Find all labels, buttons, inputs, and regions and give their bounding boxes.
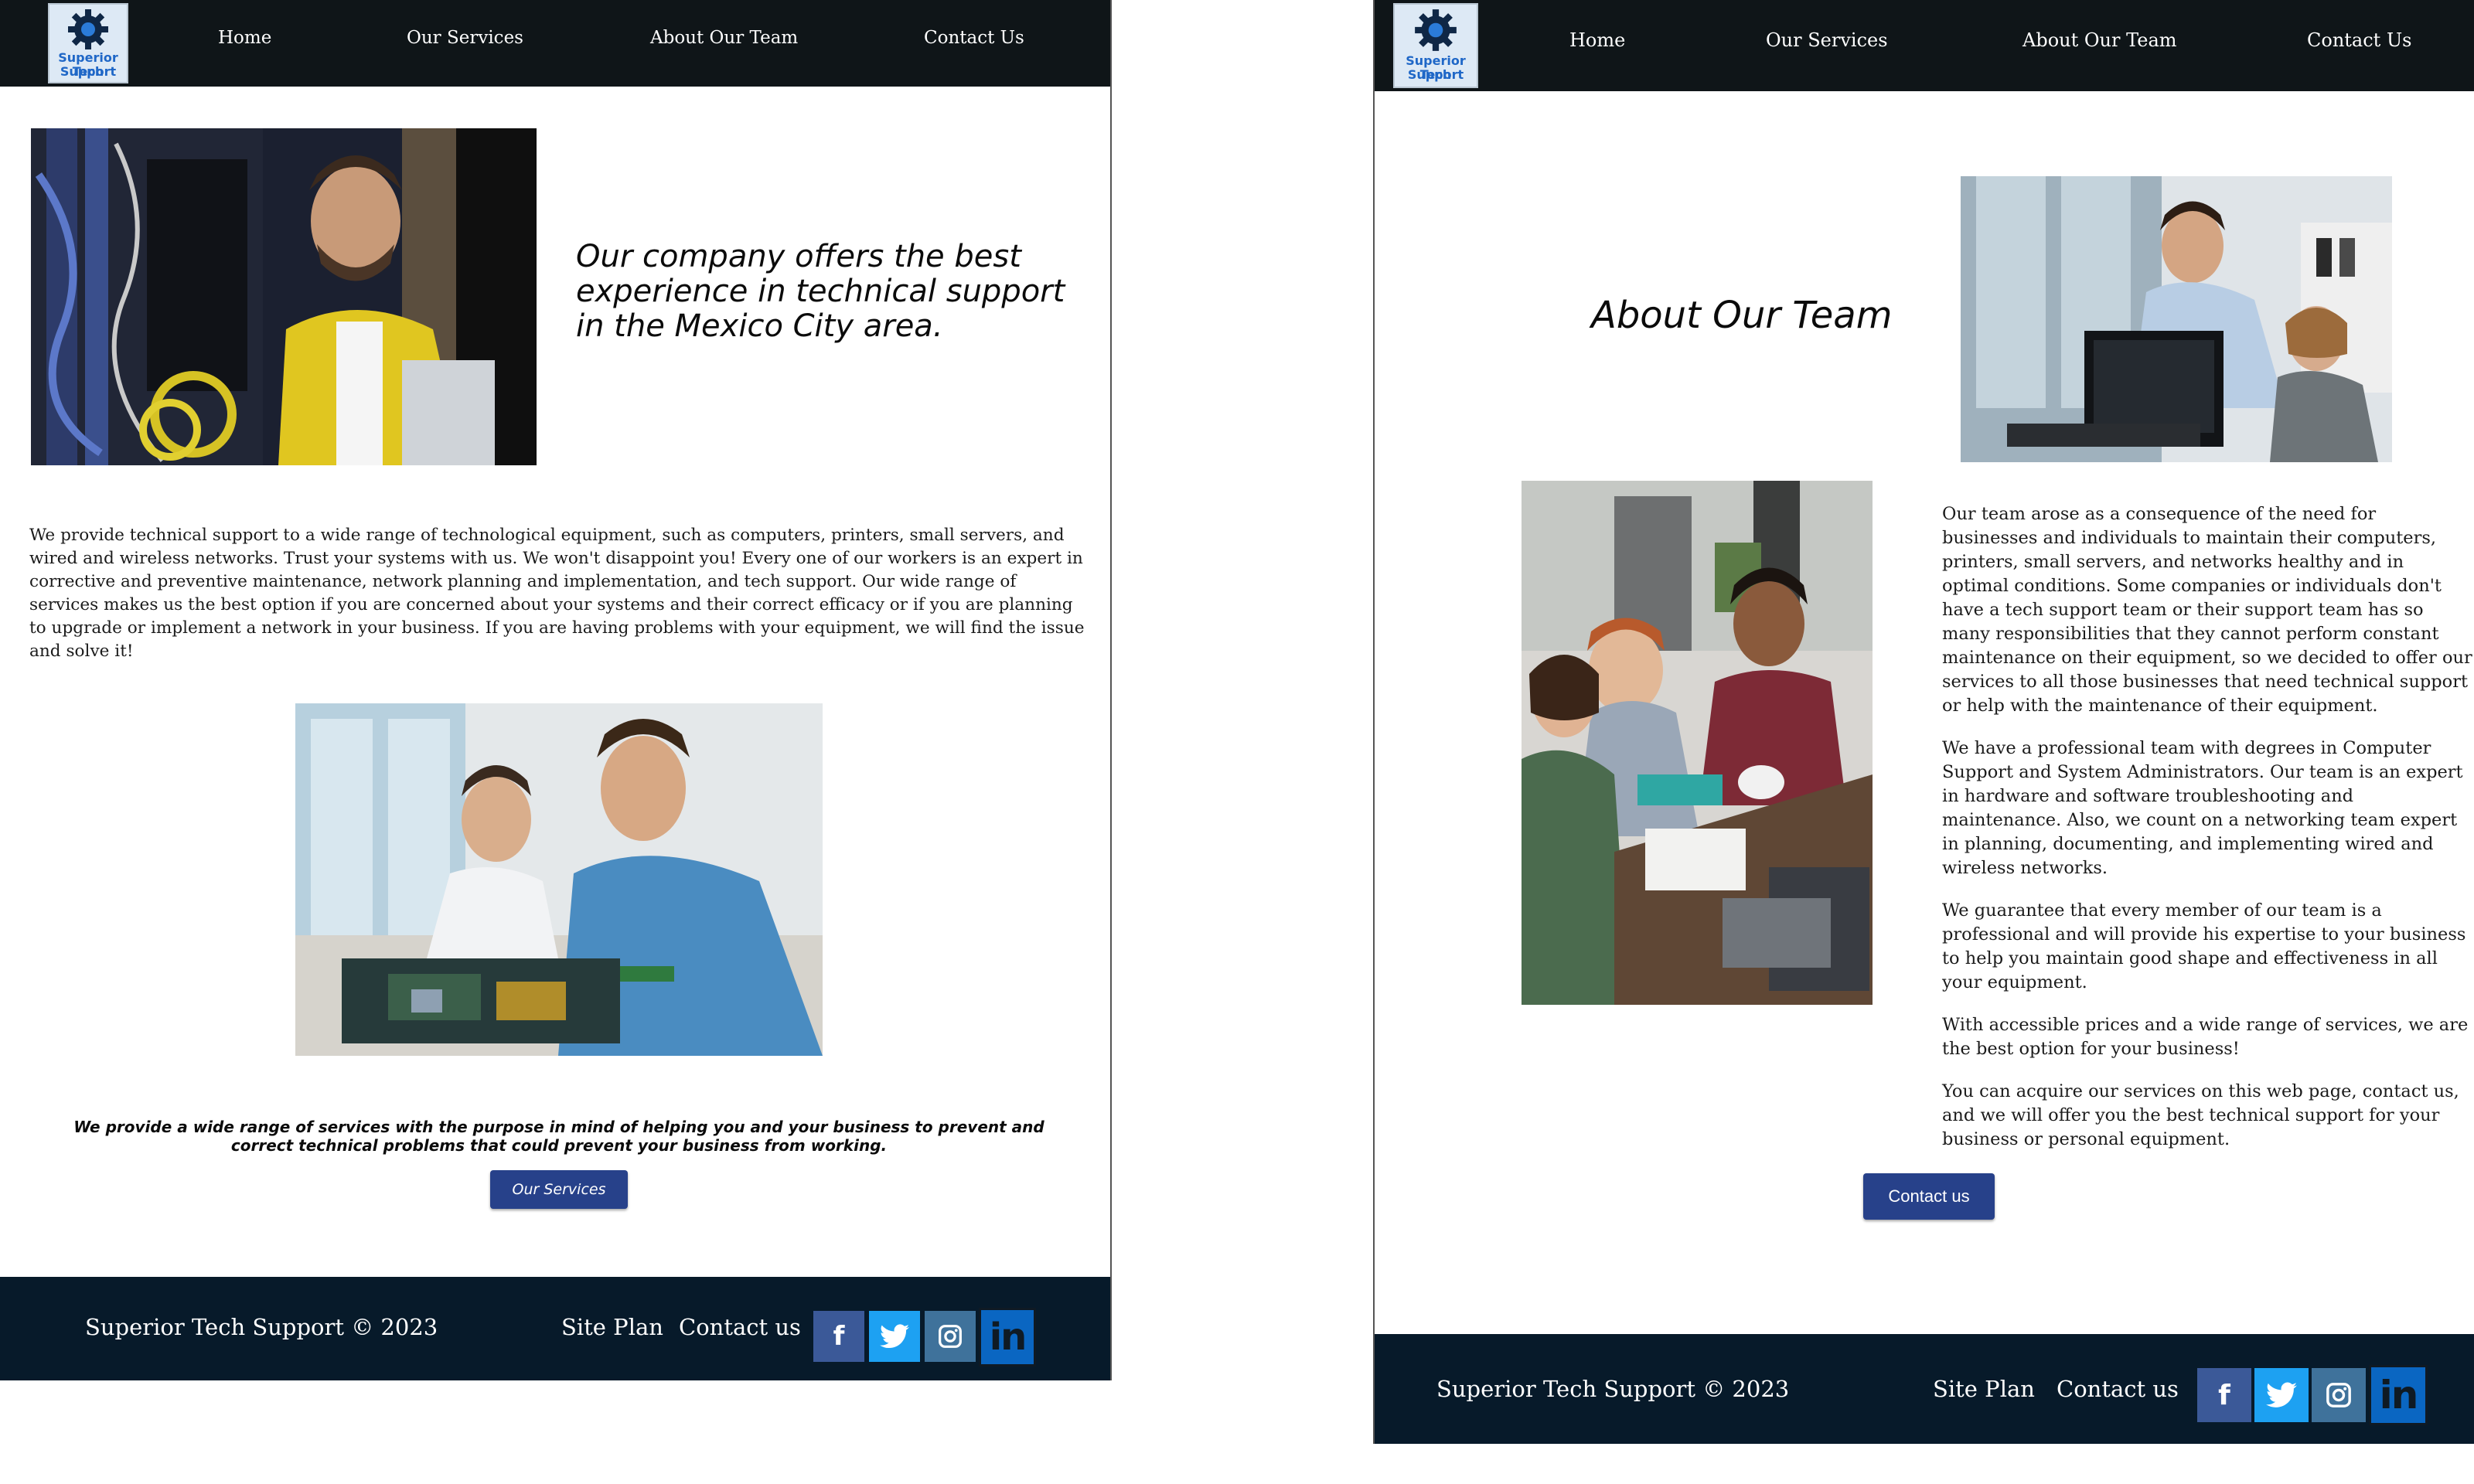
logo-text-line2: Support	[60, 64, 117, 79]
footer-copyright: Superior Tech Support © 2023	[85, 1314, 438, 1340]
site-footer: Superior Tech Support © 2023 Site Plan C…	[0, 1277, 1110, 1380]
nav-contact-us[interactable]: Contact Us	[924, 28, 1024, 48]
hero-heading: Our company offers the best experience i…	[576, 239, 1065, 344]
nav-our-services[interactable]: Our Services	[1766, 29, 1888, 51]
instagram-icon[interactable]	[2312, 1368, 2366, 1422]
our-services-button[interactable]: Our Services	[490, 1170, 628, 1209]
about-page-screenshot: Superior Tech Support Home Our Services …	[1373, 0, 2474, 1444]
contact-us-button[interactable]: Contact us	[1863, 1173, 1995, 1220]
nav-contact-us[interactable]: Contact Us	[2307, 29, 2411, 51]
footer-copyright: Superior Tech Support © 2023	[1436, 1376, 1790, 1402]
team-working-photo	[295, 703, 823, 1056]
nav-about-our-team[interactable]: About Our Team	[2022, 29, 2177, 51]
logo-text-line2: Support	[1407, 67, 1464, 82]
linkedin-icon[interactable]: in	[2369, 1365, 2428, 1425]
gear-logo-icon	[68, 9, 108, 49]
services-caption: We provide a wide range of services with…	[73, 1118, 1044, 1155]
nav-about-our-team[interactable]: About Our Team	[650, 28, 798, 48]
about-paragraph-2: We have a professional team with degrees…	[1942, 738, 2463, 878]
site-footer: Superior Tech Support © 2023 Site Plan C…	[1375, 1334, 2474, 1444]
about-paragraph-1: Our team arose as a consequence of the n…	[1942, 504, 2472, 716]
twitter-icon[interactable]	[2254, 1368, 2309, 1422]
nav-home[interactable]: Home	[1569, 29, 1625, 51]
intro-paragraph: We provide technical support to a wide r…	[29, 526, 1085, 661]
home-page-screenshot: Superior Tech Support Home Our Services …	[0, 0, 1112, 1380]
about-paragraph-4: With accessible prices and a wide range …	[1942, 1015, 2469, 1059]
hero-photo-technician	[31, 128, 537, 465]
top-navbar: Superior Tech Support Home Our Services …	[1375, 0, 2474, 91]
nav-our-services[interactable]: Our Services	[407, 28, 523, 48]
instagram-icon[interactable]	[925, 1311, 976, 1362]
twitter-icon[interactable]	[869, 1311, 920, 1362]
footer-site-plan-link[interactable]: Site Plan	[1933, 1376, 2035, 1402]
facebook-icon[interactable]: f	[2197, 1368, 2251, 1422]
about-paragraph-3: We guarantee that every member of our te…	[1942, 900, 2466, 992]
team-meeting-photo	[1522, 481, 1873, 1005]
linkedin-icon[interactable]: in	[979, 1308, 1036, 1367]
facebook-icon[interactable]: f	[813, 1311, 864, 1362]
site-logo[interactable]: Superior Tech Support	[48, 3, 128, 83]
footer-site-plan-link[interactable]: Site Plan	[561, 1314, 663, 1340]
nav-home[interactable]: Home	[218, 28, 271, 48]
site-logo[interactable]: Superior Tech Support	[1393, 3, 1478, 88]
office-team-photo	[1961, 176, 2392, 462]
footer-contact-link[interactable]: Contact us	[679, 1314, 801, 1340]
about-text-block: Our team arose as a consequence of the n…	[1942, 502, 2474, 1152]
top-navbar: Superior Tech Support Home Our Services …	[0, 0, 1110, 87]
footer-contact-link[interactable]: Contact us	[2057, 1376, 2179, 1402]
gear-logo-icon	[1415, 9, 1457, 51]
about-paragraph-5: You can acquire our services on this web…	[1942, 1081, 2459, 1149]
